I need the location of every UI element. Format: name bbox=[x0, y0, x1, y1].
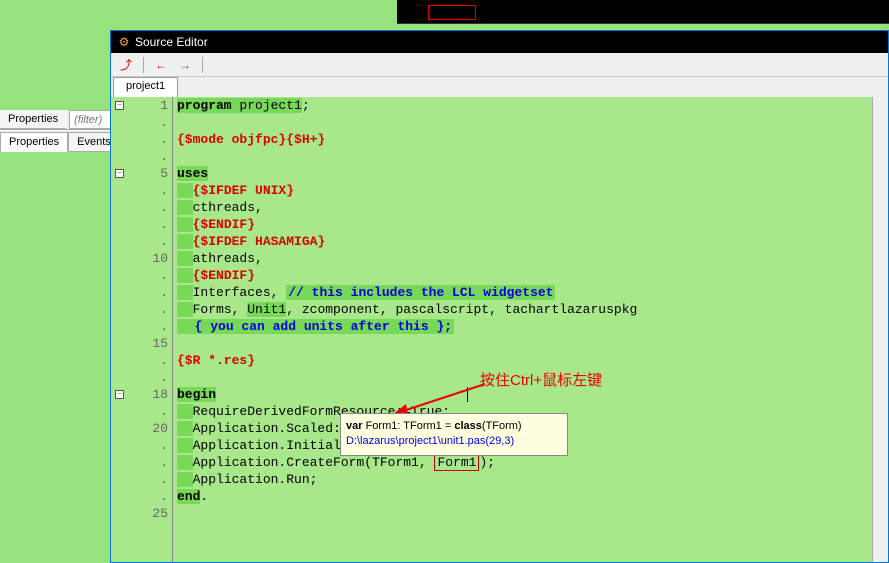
external-highlight bbox=[428, 5, 476, 20]
tooltip-line1: var Form1: TForm1 = class(TForm) bbox=[346, 419, 562, 434]
code-line: {$IFDEF UNIX} bbox=[173, 182, 888, 199]
code-area[interactable]: program project1; {$mode objfpc}{$H+} us… bbox=[173, 97, 888, 562]
window-title: Source Editor bbox=[135, 35, 208, 49]
gutter-line: . bbox=[111, 182, 172, 199]
code-line bbox=[173, 114, 888, 131]
nav-forward-icon[interactable]: → bbox=[176, 56, 194, 74]
editor-area: −1 . . . −5 . . . . 10 . . . . 15 . . −1… bbox=[111, 97, 888, 562]
file-tabs: project1 bbox=[111, 77, 888, 97]
code-line: program project1; bbox=[173, 97, 888, 114]
separator bbox=[143, 57, 144, 73]
code-line: {$ENDIF} bbox=[173, 216, 888, 233]
gutter-line: . bbox=[111, 267, 172, 284]
gutter: −1 . . . −5 . . . . 10 . . . . 15 . . −1… bbox=[111, 97, 173, 562]
code-line: Interfaces, // this includes the LCL wid… bbox=[173, 284, 888, 301]
gutter-line: . bbox=[111, 131, 172, 148]
gutter-line: 25 bbox=[111, 505, 172, 522]
gutter-line: . bbox=[111, 301, 172, 318]
fold-icon[interactable]: − bbox=[115, 101, 124, 110]
code-line: cthreads, bbox=[173, 199, 888, 216]
code-line: Forms, Unit1, zcomponent, pascalscript, … bbox=[173, 301, 888, 318]
gutter-line: . bbox=[111, 488, 172, 505]
gutter-line: −1 bbox=[111, 97, 172, 114]
gutter-line: . bbox=[111, 454, 172, 471]
gutter-line: . bbox=[111, 318, 172, 335]
code-line: {$mode objfpc}{$H+} bbox=[173, 131, 888, 148]
separator bbox=[202, 57, 203, 73]
titlebar[interactable]: ⚙ Source Editor bbox=[111, 31, 888, 53]
code-line: uses bbox=[173, 165, 888, 182]
tooltip-line2: D:\lazarus\project1\unit1.pas(29,3) bbox=[346, 434, 562, 449]
fold-icon[interactable]: − bbox=[115, 390, 124, 399]
external-top-bar bbox=[397, 0, 889, 24]
gutter-line: . bbox=[111, 114, 172, 131]
code-line: Application.Run; bbox=[173, 471, 888, 488]
gutter-line: −5 bbox=[111, 165, 172, 182]
code-line bbox=[173, 505, 888, 522]
gutter-line: . bbox=[111, 148, 172, 165]
properties-tab-top[interactable]: Properties bbox=[0, 110, 66, 129]
gutter-line: . bbox=[111, 403, 172, 420]
fold-icon[interactable]: − bbox=[115, 169, 124, 178]
gutter-line: 15 bbox=[111, 335, 172, 352]
tab-project1[interactable]: project1 bbox=[113, 77, 178, 97]
code-line: Application.CreateForm(TForm1, Form1); bbox=[173, 454, 888, 471]
jump-back-icon[interactable]: ⤴ bbox=[117, 56, 135, 74]
gutter-line: 20 bbox=[111, 420, 172, 437]
gutter-line: . bbox=[111, 437, 172, 454]
toolbar: ⤴ ← → bbox=[111, 53, 888, 77]
ctrl-click-identifier[interactable]: Form1 bbox=[434, 454, 479, 471]
code-line: {$IFDEF HASAMIGA} bbox=[173, 233, 888, 250]
nav-back-icon[interactable]: ← bbox=[152, 56, 170, 74]
code-tooltip: var Form1: TForm1 = class(TForm) D:\laza… bbox=[340, 413, 568, 456]
code-line: end. bbox=[173, 488, 888, 505]
code-line bbox=[173, 148, 888, 165]
gutter-line: . bbox=[111, 352, 172, 369]
gutter-line: . bbox=[111, 471, 172, 488]
gear-icon: ⚙ bbox=[117, 35, 131, 49]
annotation-text: 按住Ctrl+鼠标左键 bbox=[480, 369, 602, 390]
code-line: {$R *.res} bbox=[173, 352, 888, 369]
code-line: athreads, bbox=[173, 250, 888, 267]
gutter-line: 10 bbox=[111, 250, 172, 267]
gutter-line bbox=[111, 522, 172, 539]
code-line: { you can add units after this }; bbox=[173, 318, 888, 335]
source-editor-window: ⚙ Source Editor ⤴ ← → project1 −1 . . . … bbox=[110, 30, 889, 563]
gutter-line: . bbox=[111, 233, 172, 250]
properties-tab[interactable]: Properties bbox=[0, 132, 68, 152]
gutter-line: −18 bbox=[111, 386, 172, 403]
vertical-scrollbar[interactable] bbox=[872, 97, 888, 562]
code-line bbox=[173, 335, 888, 352]
gutter-line: . bbox=[111, 284, 172, 301]
gutter-line: . bbox=[111, 369, 172, 386]
text-cursor bbox=[467, 387, 468, 402]
gutter-line: . bbox=[111, 216, 172, 233]
gutter-line: . bbox=[111, 199, 172, 216]
code-line: {$ENDIF} bbox=[173, 267, 888, 284]
